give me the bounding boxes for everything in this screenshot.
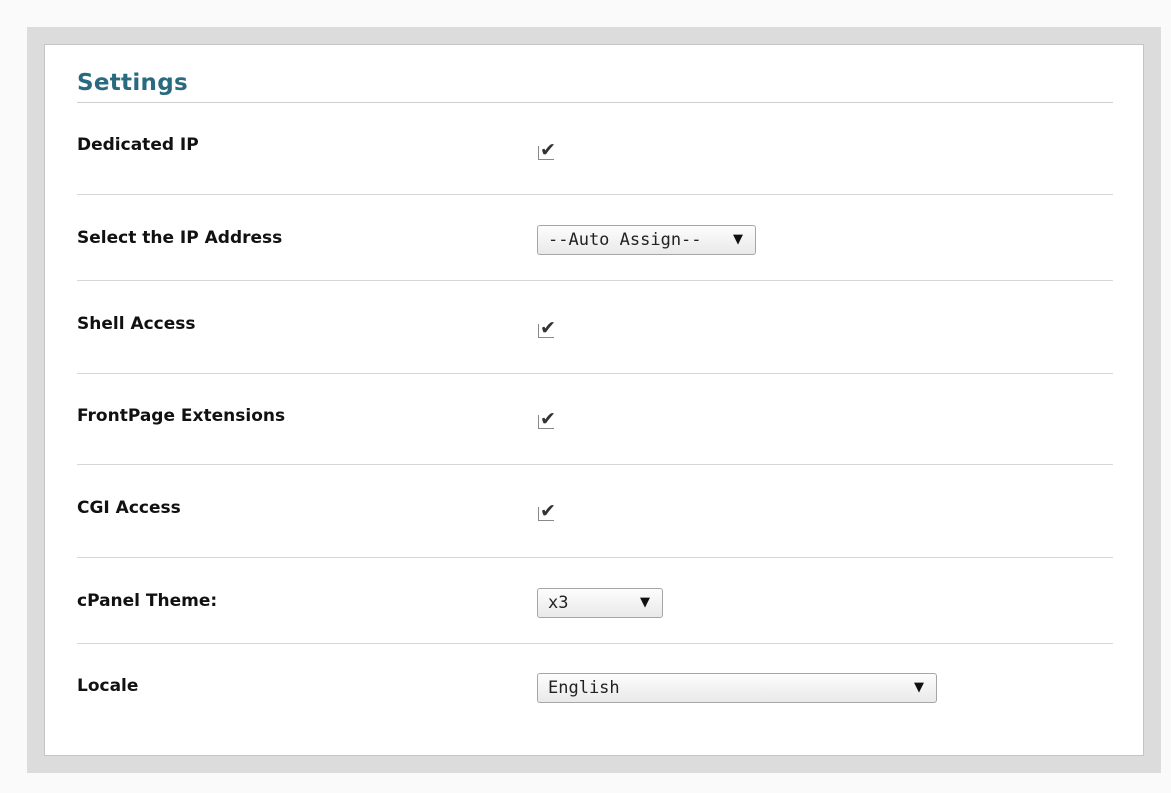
locale-control: English ▼ bbox=[537, 673, 937, 703]
dedicated-ip-control: ✔ bbox=[537, 139, 557, 165]
setting-row-cpanel-theme: cPanel Theme: x3 ▼ bbox=[77, 558, 1113, 644]
locale-select-value: English bbox=[548, 678, 620, 698]
shell-access-checkbox[interactable]: ✔ bbox=[537, 317, 557, 339]
frontpage-checkbox[interactable]: ✔ bbox=[537, 408, 557, 430]
panel-title: Settings bbox=[77, 67, 1113, 103]
ip-address-select[interactable]: --Auto Assign-- ▼ bbox=[537, 225, 756, 255]
cpanel-theme-control: x3 ▼ bbox=[537, 588, 663, 618]
caret-down-icon: ▼ bbox=[733, 232, 743, 247]
cgi-access-label: CGI Access bbox=[77, 498, 181, 518]
setting-row-cgi-access: CGI Access ✔ bbox=[77, 465, 1113, 558]
locale-select[interactable]: English ▼ bbox=[537, 673, 937, 703]
checkmark-icon: ✔ bbox=[540, 317, 556, 339]
frontpage-label: FrontPage Extensions bbox=[77, 406, 286, 426]
cpanel-theme-label: cPanel Theme: bbox=[77, 591, 218, 611]
ip-address-label: Select the IP Address bbox=[77, 228, 283, 248]
settings-panel: Settings Dedicated IP ✔ Select the IP Ad… bbox=[44, 44, 1144, 756]
setting-row-shell-access: Shell Access ✔ bbox=[77, 281, 1113, 374]
frontpage-control: ✔ bbox=[537, 408, 557, 434]
checkmark-icon: ✔ bbox=[540, 500, 556, 522]
ip-address-select-value: --Auto Assign-- bbox=[548, 230, 702, 250]
dedicated-ip-checkbox[interactable]: ✔ bbox=[537, 139, 557, 161]
cgi-access-control: ✔ bbox=[537, 500, 557, 526]
setting-row-ip-address: Select the IP Address --Auto Assign-- ▼ bbox=[77, 195, 1113, 281]
settings-list: Dedicated IP ✔ Select the IP Address --A… bbox=[77, 103, 1113, 744]
shell-access-label: Shell Access bbox=[77, 314, 196, 334]
shell-access-control: ✔ bbox=[537, 317, 557, 343]
cgi-access-checkbox[interactable]: ✔ bbox=[537, 500, 557, 522]
caret-down-icon: ▼ bbox=[640, 595, 650, 610]
setting-row-frontpage: FrontPage Extensions ✔ bbox=[77, 374, 1113, 465]
setting-row-locale: Locale English ▼ bbox=[77, 644, 1113, 744]
dedicated-ip-label: Dedicated IP bbox=[77, 135, 199, 155]
checkmark-icon: ✔ bbox=[540, 139, 556, 161]
caret-down-icon: ▼ bbox=[914, 680, 924, 695]
locale-label: Locale bbox=[77, 676, 139, 696]
outer-frame: Settings Dedicated IP ✔ Select the IP Ad… bbox=[27, 27, 1161, 773]
cpanel-theme-select-value: x3 bbox=[548, 593, 569, 613]
cpanel-theme-select[interactable]: x3 ▼ bbox=[537, 588, 663, 618]
ip-address-control: --Auto Assign-- ▼ bbox=[537, 225, 756, 255]
checkmark-icon: ✔ bbox=[540, 408, 556, 430]
setting-row-dedicated-ip: Dedicated IP ✔ bbox=[77, 103, 1113, 195]
